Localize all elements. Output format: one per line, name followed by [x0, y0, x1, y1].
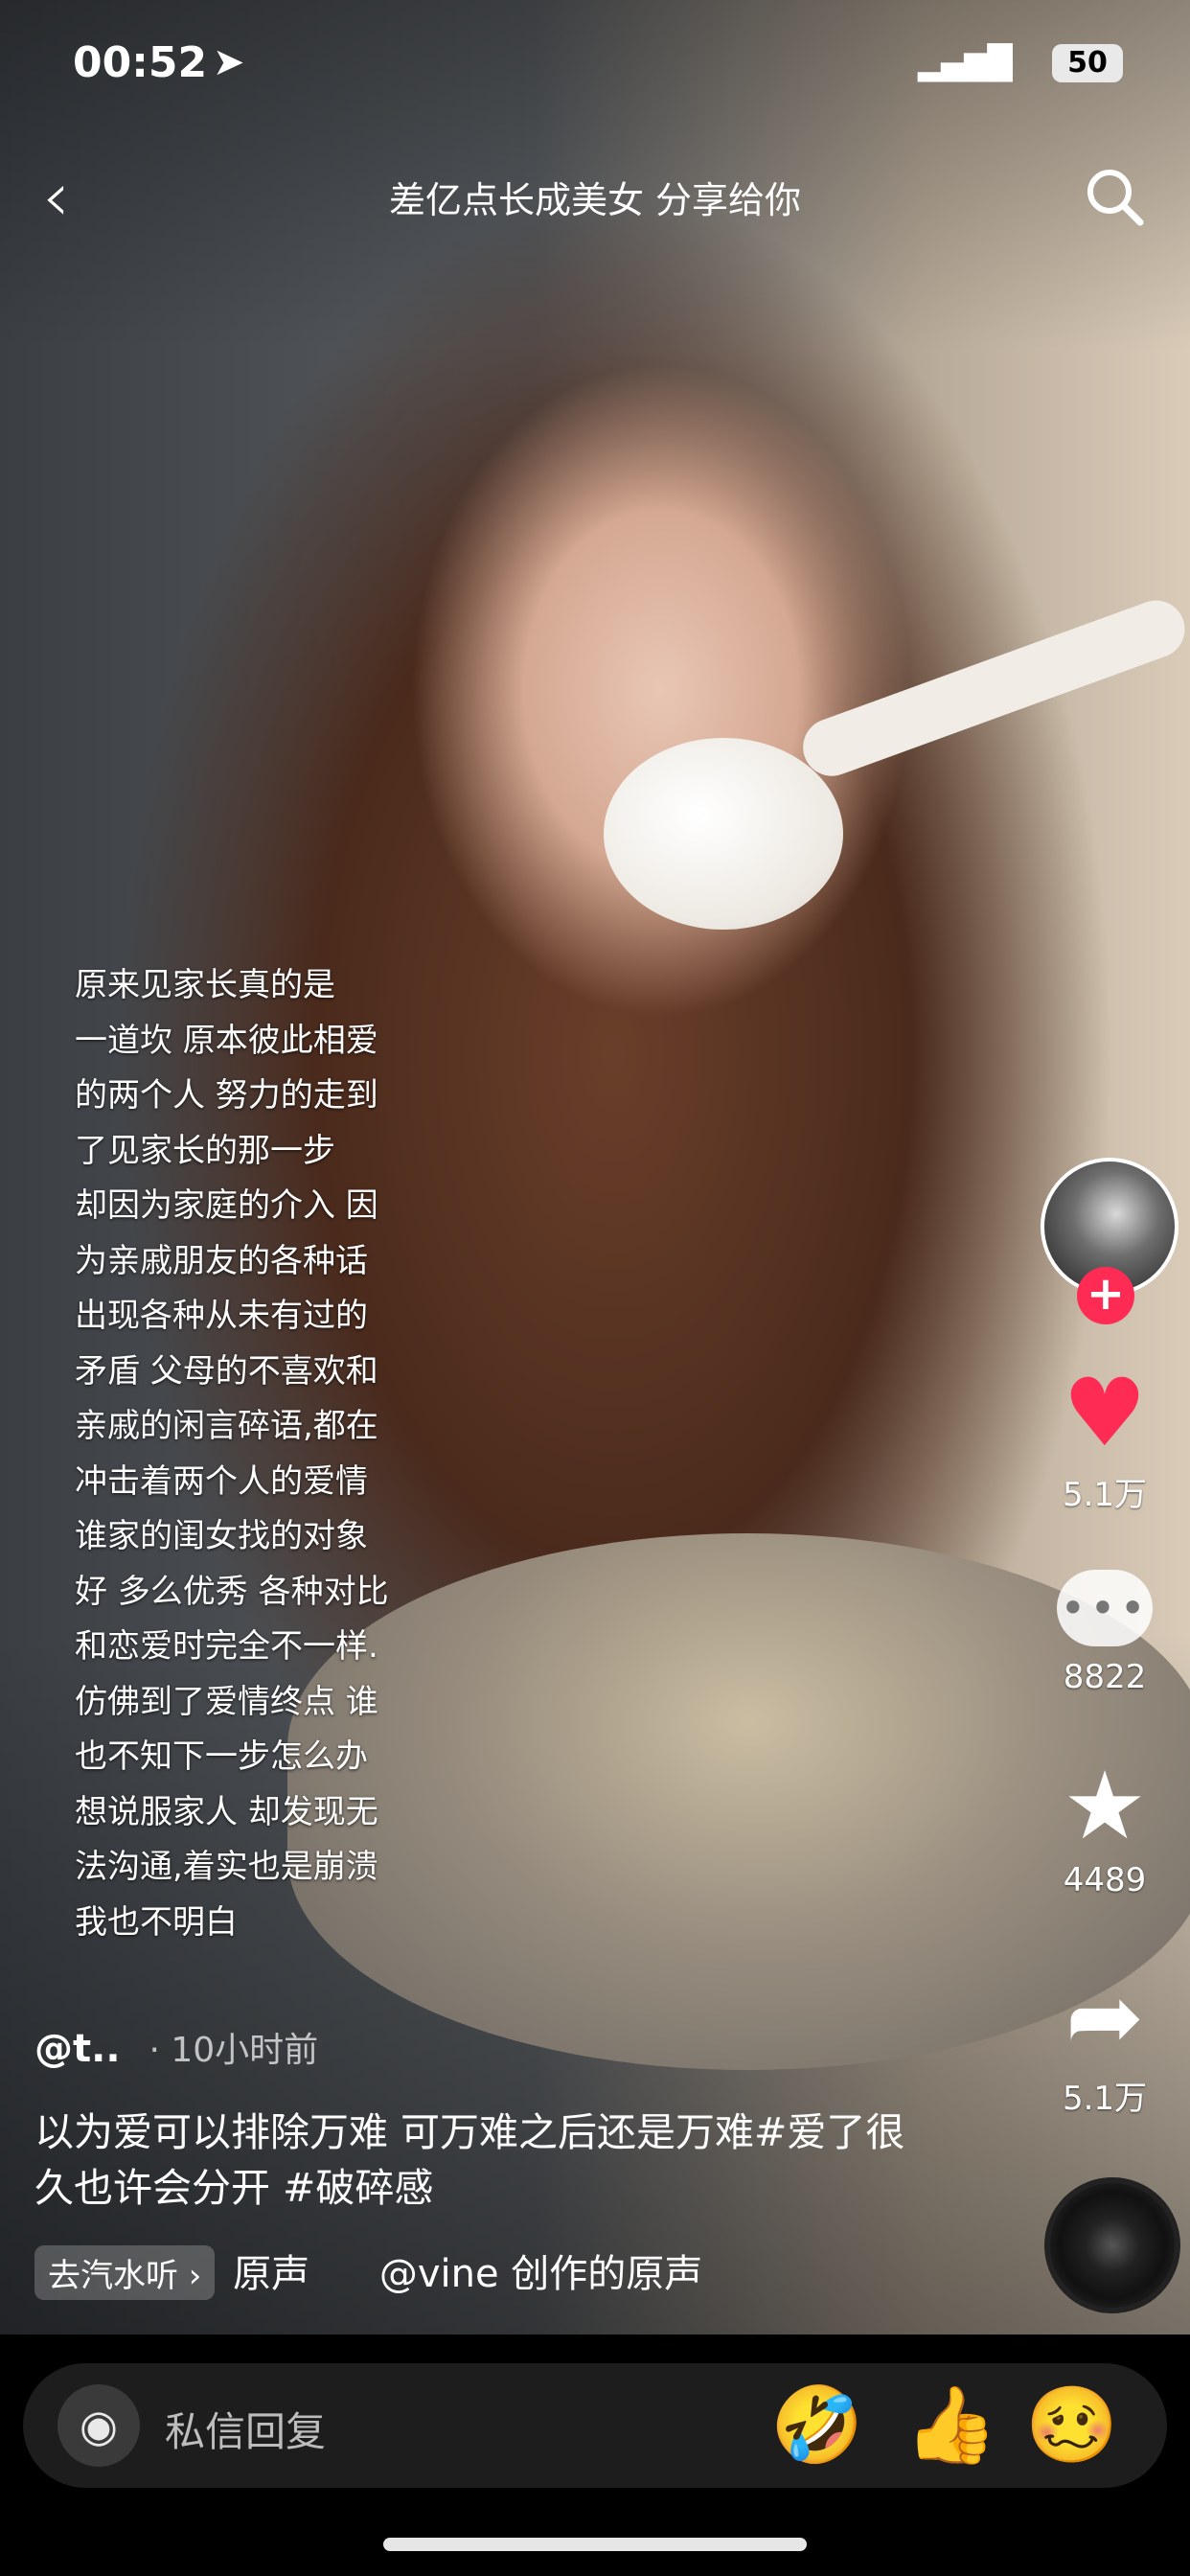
- page-title[interactable]: 差亿点长成美女 分享给你: [0, 171, 1190, 223]
- reply-bar: ◉ 私信回复 🤣 👍 🥴: [23, 2363, 1167, 2488]
- top-bar: ‹ 差亿点长成美女 分享给你: [0, 153, 1190, 240]
- location-arrow-icon: ➤: [213, 40, 245, 84]
- emoji-laugh-icon[interactable]: 🤣: [770, 2384, 863, 2467]
- battery-icon: 50: [1052, 44, 1123, 82]
- sound-name[interactable]: @vine 创作的原声: [379, 2252, 702, 2296]
- follow-button[interactable]: +: [1077, 1267, 1134, 1324]
- sound-row: 去汽水听 › 原声 @vine 创作的原声: [34, 2242, 702, 2300]
- bottom-reply-area: ◉ 私信回复 🤣 👍 🥴: [0, 2334, 1190, 2576]
- search-icon[interactable]: [1081, 163, 1148, 230]
- home-indicator[interactable]: [383, 2538, 807, 2551]
- star-icon: ★: [1063, 1752, 1147, 1861]
- emoji-dizzy-icon[interactable]: 🥴: [1025, 2384, 1118, 2467]
- reply-input[interactable]: 私信回复: [165, 2400, 326, 2458]
- share-count: 5.1万: [1062, 2080, 1148, 2118]
- listen-in-qishui-chip[interactable]: 去汽水听 ›: [34, 2245, 216, 2300]
- favorite-count: 4489: [1063, 1861, 1147, 1899]
- comment-button[interactable]: ••• 8822: [1028, 1570, 1181, 1696]
- music-disc-icon[interactable]: [1044, 2177, 1180, 2313]
- status-bar: 00:52 ➤ ▂▄▆█ ◠ 50: [0, 38, 1190, 96]
- author-handle[interactable]: @t..: [34, 2027, 121, 2071]
- comment-count: 8822: [1063, 1658, 1147, 1696]
- comment-icon: •••: [1057, 1570, 1153, 1646]
- video-overlay-text: 原来见家长真的是 一道坎 原本彼此相爱 的两个人 努力的走到 了见家长的那一步 …: [75, 966, 389, 1942]
- video-spoon: [604, 738, 843, 930]
- wifi-icon: ◠: [985, 40, 1014, 82]
- heart-icon: ♥: [1063, 1359, 1147, 1468]
- share-arrow-icon: ➦: [1064, 1963, 1145, 2072]
- sound-source[interactable]: 原声: [233, 2252, 309, 2296]
- post-time: · 10小时前: [149, 2031, 319, 2070]
- share-button[interactable]: ➦ 5.1万: [1028, 1965, 1181, 2119]
- post-author[interactable]: @t.. · 10小时前: [34, 2022, 318, 2072]
- like-button[interactable]: ♥ 5.1万: [1028, 1361, 1181, 1515]
- emoji-thumbs-up-icon[interactable]: 👍: [904, 2384, 997, 2467]
- status-time: 00:52: [73, 38, 208, 87]
- like-count: 5.1万: [1062, 1476, 1148, 1514]
- favorite-button[interactable]: ★ 4489: [1028, 1754, 1181, 1899]
- camera-icon[interactable]: ◉: [57, 2384, 140, 2467]
- post-caption[interactable]: 以为爱可以排除万难 可万难之后还是万难#爱了很久也许会分开 #破碎感: [34, 2104, 916, 2216]
